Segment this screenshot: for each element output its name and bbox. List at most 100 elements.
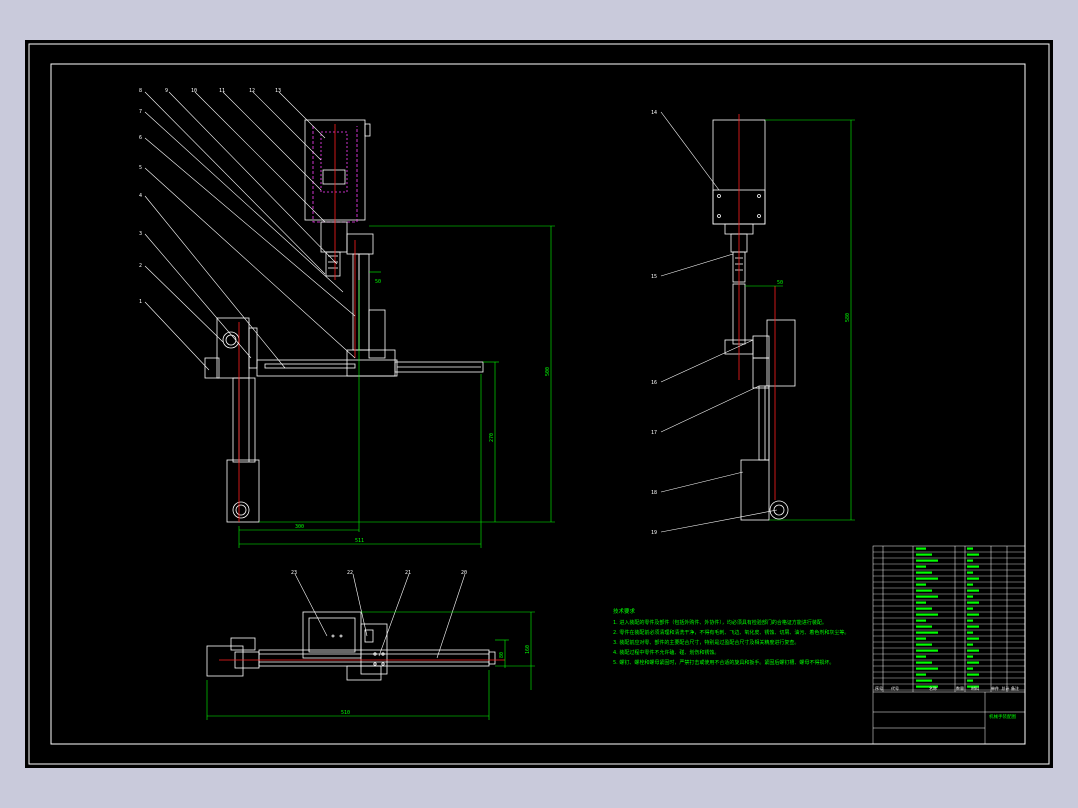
tech-note: 2. 零件在装配前必须清理和清洗干净，不得有毛刺、飞边、氧化皮、锈蚀、切屑、油污… bbox=[613, 630, 850, 636]
tech-notes-title: 技术要求 bbox=[613, 609, 636, 615]
front-dimensions bbox=[238, 225, 555, 548]
part-label: 3 bbox=[139, 231, 142, 237]
part-label: 6 bbox=[139, 135, 142, 141]
part-label: 12 bbox=[249, 88, 255, 94]
dim-top-height-small: 80 bbox=[499, 652, 505, 658]
table-cell-text bbox=[916, 559, 938, 562]
table-cell-text bbox=[916, 667, 938, 670]
header-col: 单件 总计 bbox=[991, 685, 1009, 691]
table-cell-text bbox=[967, 655, 973, 658]
table-cell-text bbox=[916, 655, 926, 658]
part-label: 18 bbox=[651, 490, 657, 496]
cad-drawing: 8 9 10 11 12 13 7 6 5 4 3 2 1 500 270 30… bbox=[28, 43, 1050, 765]
table-cell-text bbox=[916, 571, 932, 574]
top-part-labels: 23 22 21 20 bbox=[291, 570, 467, 576]
table-cell-text bbox=[916, 589, 932, 592]
tech-note: 1. 进入装配的零件及部件（包括外购件、外协件），均必须具有检验部门的合格证方能… bbox=[613, 620, 827, 626]
part-label: 13 bbox=[275, 88, 281, 94]
table-cell-text bbox=[916, 625, 932, 628]
dim-horizontal-outer: 511 bbox=[355, 538, 364, 544]
tech-note: 4. 装配过程中零件不允许磕、碰、划伤和锈蚀。 bbox=[613, 650, 720, 656]
side-leaders bbox=[660, 111, 778, 533]
front-part-labels: 8 9 10 11 12 13 7 6 5 4 3 2 1 bbox=[139, 88, 281, 305]
part-label: 23 bbox=[291, 570, 297, 576]
dim-vertical-total: 500 bbox=[545, 367, 551, 376]
table-cell-text bbox=[967, 649, 979, 652]
table-cell-text bbox=[967, 625, 979, 628]
part-label: 9 bbox=[165, 88, 168, 94]
part-label: 20 bbox=[461, 570, 467, 576]
table-cell-text bbox=[967, 661, 979, 664]
table-cell-text bbox=[916, 631, 938, 634]
part-label: 14 bbox=[651, 110, 657, 116]
top-dim-labels: 510 80 160 bbox=[341, 645, 531, 716]
parts-list-rows bbox=[873, 551, 1025, 691]
part-label: 16 bbox=[651, 380, 657, 386]
table-cell-text bbox=[916, 673, 926, 676]
table-cell-text bbox=[967, 559, 973, 562]
dim-small-top: 50 bbox=[375, 279, 381, 285]
side-centerlines bbox=[738, 114, 776, 500]
table-cell-text bbox=[967, 619, 973, 622]
top-leaders bbox=[294, 573, 466, 659]
table-cell-text bbox=[967, 583, 973, 586]
parts-list-entries bbox=[916, 547, 979, 688]
table-cell-text bbox=[967, 571, 973, 574]
table-cell-text bbox=[916, 649, 938, 652]
header-col: 材料 bbox=[971, 685, 979, 691]
part-label: 22 bbox=[347, 570, 353, 576]
outer-frame bbox=[28, 43, 1050, 765]
part-label: 15 bbox=[651, 274, 657, 280]
part-label: 11 bbox=[219, 88, 225, 94]
table-cell-text bbox=[916, 595, 938, 598]
part-label: 8 bbox=[139, 88, 142, 94]
front-dim-labels: 500 270 300 511 50 bbox=[295, 279, 551, 544]
table-cell-text bbox=[916, 583, 926, 586]
part-label: 4 bbox=[139, 193, 142, 199]
dim-vertical-mid: 270 bbox=[489, 433, 495, 442]
header-col: 数量 bbox=[956, 685, 964, 691]
dim-top-height-big: 160 bbox=[525, 645, 531, 654]
tech-note: 5. 螺钉、螺栓和螺母紧固时，严禁打击或使用不合适的旋具和扳手。紧固后螺钉槽、螺… bbox=[613, 660, 835, 666]
table-cell-text bbox=[916, 565, 926, 568]
table-cell-text bbox=[967, 607, 973, 610]
part-label: 1 bbox=[139, 299, 142, 305]
part-label: 17 bbox=[651, 430, 657, 436]
table-cell-text bbox=[967, 577, 979, 580]
table-cell-text bbox=[967, 631, 973, 634]
top-view bbox=[206, 611, 496, 681]
table-cell-text bbox=[916, 613, 938, 616]
side-part-labels: 14 15 16 17 18 19 bbox=[651, 110, 657, 536]
table-cell-text bbox=[967, 613, 979, 616]
part-label: 7 bbox=[139, 109, 142, 115]
tech-note: 3. 装配前应对零、部件的主要配合尺寸，特别是过盈配合尺寸及相关精度进行复查。 bbox=[613, 640, 800, 646]
part-label: 5 bbox=[139, 165, 142, 171]
table-cell-text bbox=[916, 547, 926, 550]
header-col: 备注 bbox=[1011, 685, 1019, 691]
dim-side-height: 580 bbox=[845, 313, 851, 322]
part-label: 2 bbox=[139, 263, 142, 269]
table-cell-text bbox=[916, 619, 926, 622]
header-col: 名称 bbox=[929, 685, 937, 691]
part-label: 21 bbox=[405, 570, 411, 576]
dim-side-small: 50 bbox=[777, 280, 783, 286]
table-cell-text bbox=[916, 607, 932, 610]
table-cell-text bbox=[967, 565, 979, 568]
side-dim-labels: 580 50 bbox=[777, 280, 851, 322]
drawing-title: 机械手装配图 bbox=[989, 713, 1016, 720]
table-cell-text bbox=[967, 553, 979, 556]
table-cell-text bbox=[967, 589, 979, 592]
dim-top-width: 510 bbox=[341, 710, 350, 716]
part-label: 19 bbox=[651, 530, 657, 536]
table-cell-text bbox=[916, 601, 926, 604]
table-cell-text bbox=[916, 577, 938, 580]
table-cell-text bbox=[967, 637, 979, 640]
side-view bbox=[712, 119, 796, 521]
header-col: 序号 bbox=[875, 685, 883, 691]
technical-notes: 技术要求 1. 进入装配的零件及部件（包括外购件、外协件），均必须具有检验部门的… bbox=[613, 607, 863, 668]
table-cell-text bbox=[916, 661, 932, 664]
header-col: 代号 bbox=[891, 685, 899, 691]
table-cell-text bbox=[916, 643, 932, 646]
table-cell-text bbox=[967, 667, 973, 670]
table-cell-text bbox=[967, 595, 973, 598]
